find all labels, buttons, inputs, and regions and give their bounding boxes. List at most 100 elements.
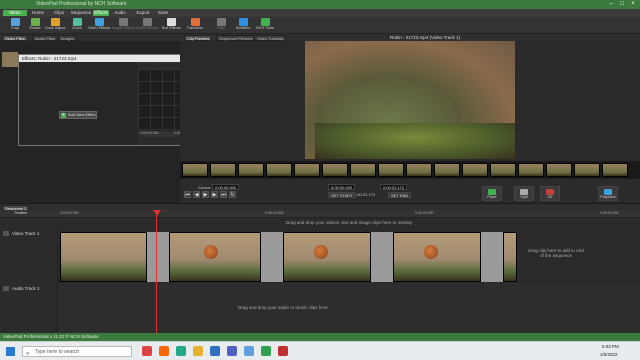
timeline-ruler[interactable]: Timeline 0:00:00.000 0:00:10.000 0:00:20…	[0, 210, 640, 218]
image-effects-icon	[118, 18, 128, 26]
filmstrip-frame[interactable]	[406, 163, 432, 177]
clip-transition[interactable]	[481, 232, 503, 282]
play-icon[interactable]: ▶	[202, 191, 209, 198]
playhead-line[interactable]	[156, 210, 157, 333]
clip-thumbnail[interactable]	[2, 52, 18, 67]
clock-time[interactable]: 5:03 PM	[602, 344, 619, 349]
store-icon[interactable]	[244, 346, 254, 356]
filmstrip-frame[interactable]	[378, 163, 404, 177]
filmstrip-frame[interactable]	[574, 163, 600, 177]
edge-icon[interactable]	[176, 346, 186, 356]
loop-icon[interactable]: ↻	[229, 191, 236, 198]
menu-sequence[interactable]: Sequence	[70, 10, 92, 16]
menu-audio[interactable]: Audio	[113, 10, 127, 16]
ribbon-button-zoom[interactable]: Zoom	[66, 18, 88, 33]
filmstrip-frame[interactable]	[602, 163, 628, 177]
mail-icon[interactable]	[210, 346, 220, 356]
clip-transition[interactable]	[261, 232, 283, 282]
filmstrip-frame[interactable]	[462, 163, 488, 177]
title-bar: VideoPad Professional by NCH Software – …	[0, 0, 640, 9]
ribbon-button-label: Transition	[186, 26, 204, 30]
filmstrip-frame[interactable]	[182, 163, 208, 177]
filmstrip-frame[interactable]	[238, 163, 264, 177]
ribbon-button-subtitles[interactable]: Subtitles	[232, 18, 254, 33]
subtitles-icon	[238, 18, 248, 26]
clip-frame-content	[204, 245, 218, 259]
clip-transition[interactable]	[371, 232, 393, 282]
menu-home[interactable]: Home	[31, 10, 45, 16]
filmstrip-frame[interactable]	[322, 163, 348, 177]
go-end-icon[interactable]: ⏭	[220, 191, 227, 198]
ribbon-button-text-effects[interactable]: Text Effects	[160, 18, 182, 33]
ribbon-button-audio-effects[interactable]: Audio Effects	[136, 18, 158, 33]
menu-clips[interactable]: Clips	[52, 10, 66, 16]
audio-track[interactable]: Drag and drop your audio or music clips …	[58, 283, 640, 333]
clip-transition[interactable]	[147, 232, 169, 282]
menu-effects[interactable]: Effects	[93, 10, 109, 16]
menu-export[interactable]: Export	[135, 10, 151, 16]
speaker-icon[interactable]	[3, 286, 9, 291]
filmstrip-frame[interactable]	[266, 163, 292, 177]
ribbon-button-color-adjust[interactable]: Color Adjust	[44, 18, 66, 33]
video-clip[interactable]	[283, 232, 371, 282]
playback-button[interactable]: Playback	[598, 186, 618, 201]
maximize-button[interactable]: □	[617, 1, 627, 8]
video-clip[interactable]	[503, 232, 517, 282]
filmstrip-frame[interactable]	[546, 163, 572, 177]
ribbon-button-video-effects[interactable]: Video Effects	[88, 18, 110, 33]
step-forward-icon[interactable]: ▶	[211, 191, 218, 198]
clock-date[interactable]: 1/5/2022	[600, 352, 618, 357]
menu-main-button[interactable]: Menu	[3, 10, 27, 16]
graph-tick: 0:00:00.000	[140, 131, 159, 135]
windows-start-icon[interactable]	[6, 347, 15, 356]
step-back-icon[interactable]: ◀	[193, 191, 200, 198]
video-track[interactable]: Drag clip here to add to end of the sequ…	[58, 228, 640, 283]
playhead-handle[interactable]	[153, 210, 161, 216]
windows-taskbar: ⌕ Type here to search 5:03 PM 1/5/2022	[0, 341, 640, 360]
video-clip[interactable]	[393, 232, 481, 282]
close-window-button[interactable]: ×	[628, 1, 638, 8]
clip-filmstrip[interactable]	[180, 161, 640, 179]
explorer-icon[interactable]	[193, 346, 203, 356]
transport-controls: Cursor: 0:00:00.000 0:00:00.000 0:00:31.…	[180, 179, 640, 203]
sequence-tabs: Sequence 1	[0, 203, 640, 211]
filmstrip-frame[interactable]	[434, 163, 460, 177]
ribbon-button-transition[interactable]: Transition	[184, 18, 206, 33]
videopad-icon[interactable]	[278, 346, 288, 356]
ribbon-button-nch-suite[interactable]: NCH Suite	[254, 18, 276, 33]
minimize-button[interactable]: –	[606, 1, 616, 8]
chrome-icon[interactable]	[142, 346, 152, 356]
menu-suite[interactable]: Suite	[157, 10, 169, 16]
video-track-header: Video Track 1	[0, 228, 58, 283]
ribbon-button-fade[interactable]: Fade	[210, 18, 232, 33]
video-clip[interactable]	[169, 232, 261, 282]
out-timecode[interactable]: 0:00:31.172	[380, 184, 408, 190]
effects-list-panel: + Add New Effect	[19, 62, 137, 145]
split-button[interactable]: Split	[514, 186, 534, 201]
track-eye-icon[interactable]	[3, 231, 9, 236]
filmstrip-frame[interactable]	[490, 163, 516, 177]
cursor-timecode[interactable]: 0:00:00.000	[212, 184, 240, 190]
video-preview[interactable]	[305, 41, 515, 159]
filmstrip-frame[interactable]	[294, 163, 320, 177]
go-start-icon[interactable]: ⏮	[184, 191, 191, 198]
filmstrip-frame[interactable]	[518, 163, 544, 177]
in-timecode[interactable]: 0:00:00.000	[328, 184, 356, 190]
brave-icon[interactable]	[159, 346, 169, 356]
overlay-hint[interactable]: Drag and drop your videos, text and imag…	[58, 218, 640, 228]
ribbon-button-image-effects[interactable]: Image Effects	[112, 18, 135, 33]
ribbon-button-crop[interactable]: Crop	[4, 18, 26, 33]
filmstrip-frame[interactable]	[210, 163, 236, 177]
set-start-button[interactable]: SET START	[328, 192, 356, 198]
set-end-button[interactable]: SET END	[388, 192, 412, 198]
taskbar-search-input[interactable]: ⌕ Type here to search	[22, 346, 132, 357]
video-clip[interactable]	[60, 232, 147, 282]
video-frame-content	[315, 123, 515, 159]
camtasia-icon[interactable]	[261, 346, 271, 356]
add-new-effect-button[interactable]: + Add New Effect	[59, 111, 97, 119]
ribbon-button-rotate[interactable]: Rotate	[24, 18, 46, 33]
teams-icon[interactable]	[227, 346, 237, 356]
3d-button[interactable]: 3D	[540, 186, 560, 201]
place-button[interactable]: Place	[482, 186, 502, 201]
filmstrip-frame[interactable]	[350, 163, 376, 177]
